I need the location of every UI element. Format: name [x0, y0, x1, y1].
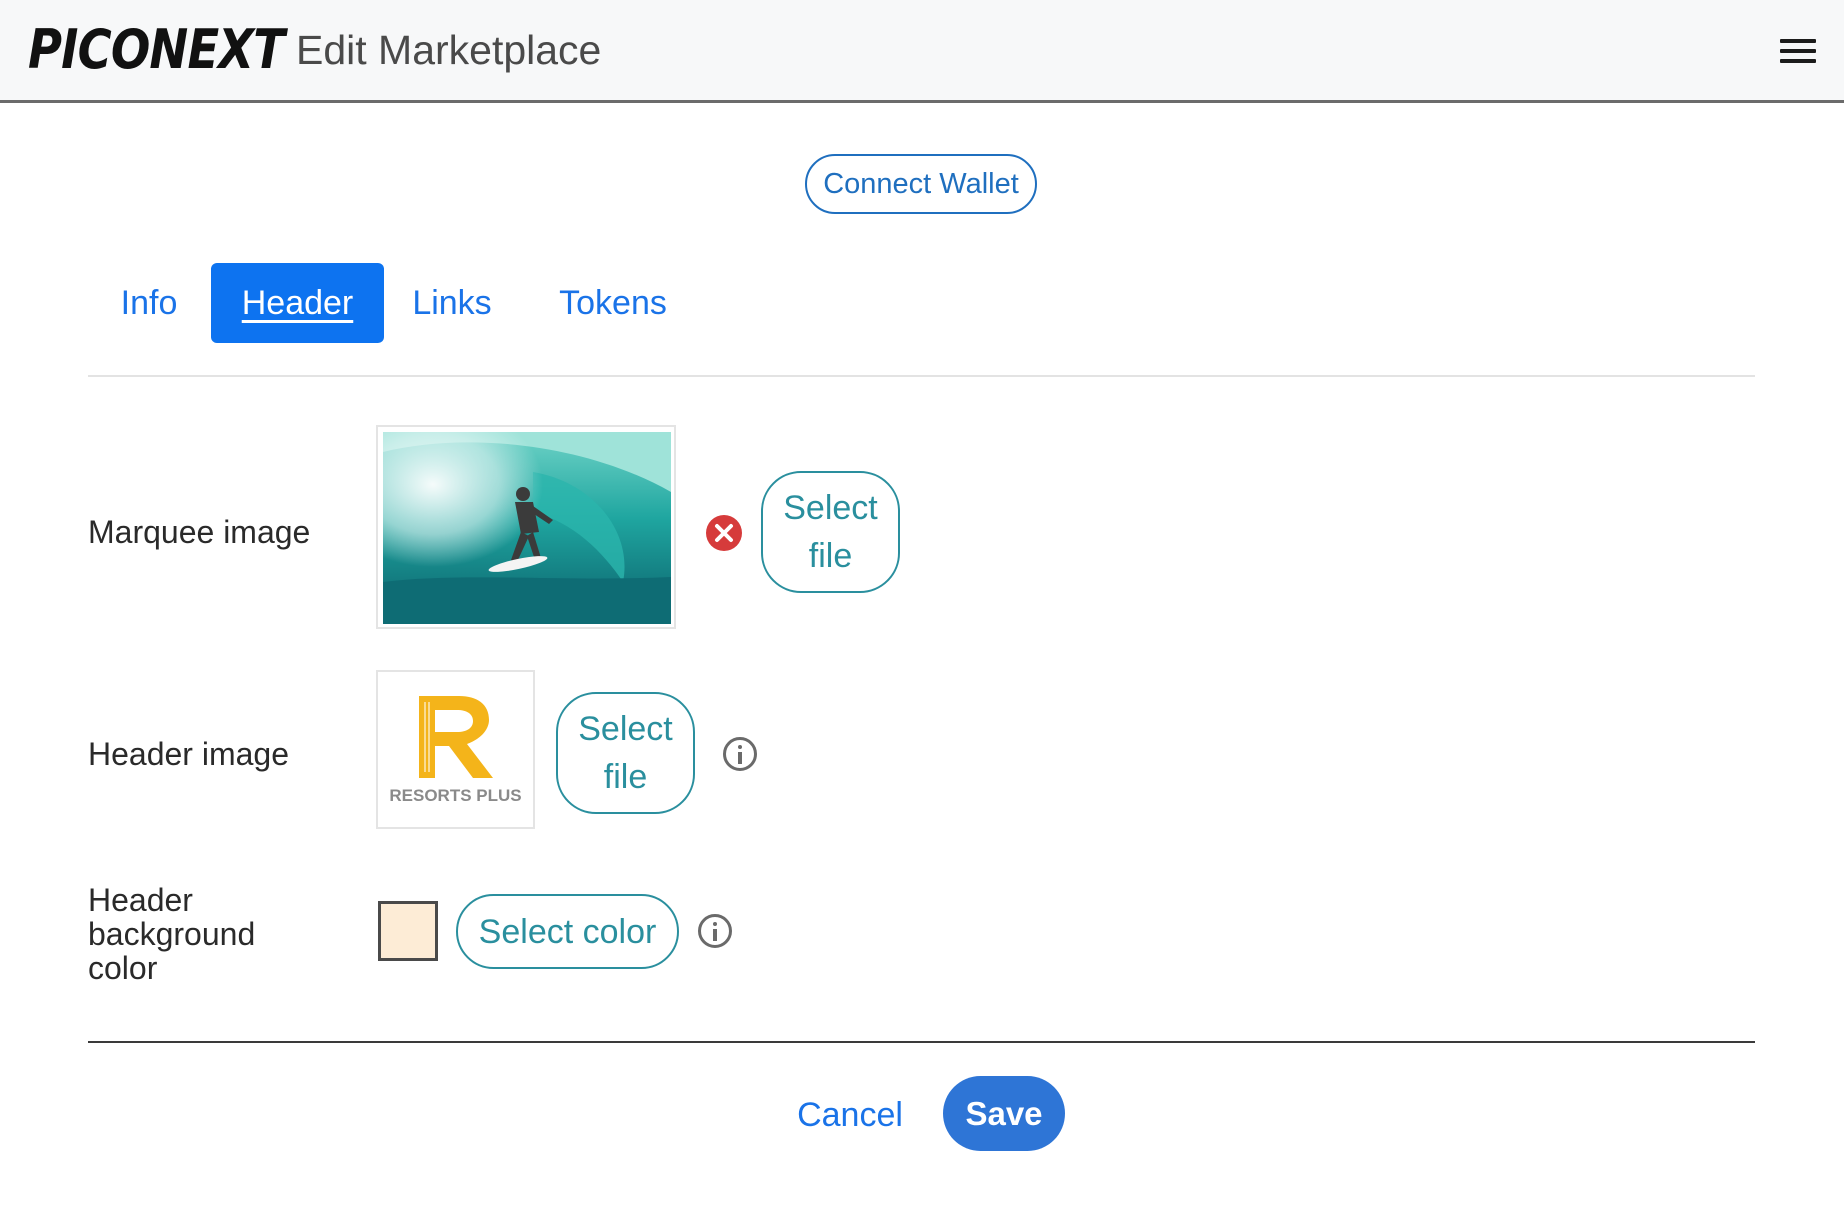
info-icon[interactable] [698, 914, 732, 948]
select-file-line2: file [808, 537, 853, 575]
label-line: background [88, 916, 256, 952]
select-file-line1: Select [578, 710, 673, 748]
remove-circle-icon[interactable] [706, 515, 742, 551]
info-icon[interactable] [723, 737, 757, 771]
info-bar [713, 929, 717, 941]
cancel-button[interactable]: Cancel [790, 1090, 910, 1140]
menu-line [1780, 49, 1816, 53]
x-glyph [715, 524, 733, 542]
header-image-preview: RESORTS PLUS [376, 670, 535, 829]
marquee-image-label: Marquee image [88, 514, 311, 550]
label-line: Header [88, 882, 193, 918]
info-dot [713, 922, 717, 926]
header-image-select-file-button[interactable]: Select file [556, 692, 695, 814]
marquee-image-preview [376, 425, 676, 629]
save-button[interactable]: Save [943, 1076, 1065, 1151]
form-footer-divider [88, 1041, 1755, 1043]
tab-info[interactable]: Info [88, 263, 210, 343]
info-dot [738, 745, 742, 749]
label-line: color [88, 950, 158, 986]
piconext-logo[interactable]: PICONEXT [28, 18, 285, 82]
select-file-line1: Select [783, 489, 878, 527]
select-color-button[interactable]: Select color [456, 894, 679, 969]
tab-divider [88, 375, 1755, 377]
header-image-label: Header image [88, 736, 289, 772]
surfer-wave-image [383, 432, 671, 624]
top-bar: PICONEXT Edit Marketplace [0, 0, 1844, 103]
header-bg-color-label: Header background color [88, 883, 255, 985]
select-file-line2: file [603, 758, 648, 796]
resorts-plus-logo-mark [419, 696, 493, 778]
menu-line [1780, 39, 1816, 43]
marquee-select-file-button[interactable]: Select file [761, 471, 900, 593]
tab-header[interactable]: Header [211, 263, 384, 343]
resorts-plus-caption: RESORTS PLUS [389, 786, 522, 805]
hamburger-menu-icon[interactable] [1780, 39, 1818, 67]
tab-tokens[interactable]: Tokens [546, 263, 680, 343]
header-bg-color-swatch[interactable] [378, 901, 438, 961]
connect-wallet-button[interactable]: Connect Wallet [805, 154, 1037, 214]
tab-links[interactable]: Links [406, 263, 498, 343]
info-bar [738, 752, 742, 764]
page-title: Edit Marketplace [296, 27, 602, 73]
menu-line [1780, 59, 1816, 63]
